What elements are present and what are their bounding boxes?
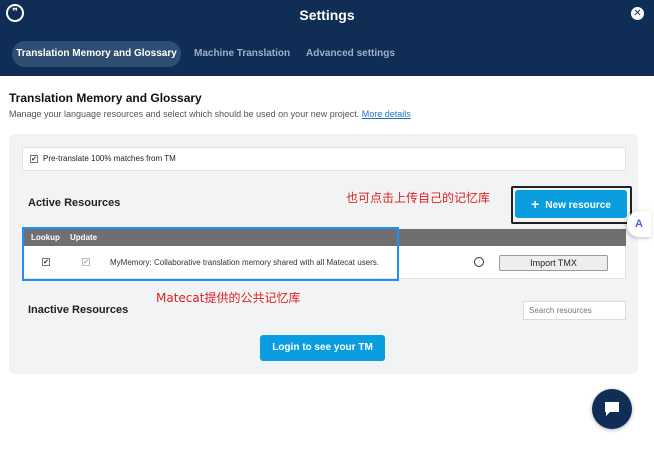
globe-icon: ·	[474, 257, 484, 267]
tab-translation-memory[interactable]: Translation Memory and Glossary	[12, 41, 181, 67]
pretranslate-checkbox[interactable]: ✔	[30, 155, 38, 163]
tab-advanced-settings[interactable]: Advanced settings	[306, 41, 395, 67]
import-tmx-button[interactable]: Import TMX	[499, 255, 608, 271]
settings-header: ❞ Settings ✕ Translation Memory and Glos…	[0, 0, 654, 76]
annotation-new-resource: 也可点击上传自己的记忆库	[346, 191, 491, 205]
login-button[interactable]: Login to see your TM	[260, 335, 385, 361]
section-description: Manage your language resources and selec…	[9, 109, 411, 119]
section-title: Translation Memory and Glossary	[9, 91, 202, 105]
plus-icon: +	[531, 196, 540, 212]
assistant-widget-icon[interactable]: A	[627, 211, 651, 237]
pretranslate-option: ✔ Pre-translate 100% matches from TM	[22, 147, 626, 171]
annotation-public-tm: Matecat提供的公共记忆库	[156, 291, 301, 305]
mymemory-highlight-box	[22, 227, 399, 281]
tab-machine-translation[interactable]: Machine Translation	[194, 41, 290, 67]
more-details-link[interactable]: More details	[362, 109, 411, 119]
inactive-resources-title: Inactive Resources	[28, 304, 129, 316]
active-resources-title: Active Resources	[28, 197, 121, 209]
new-resource-label: New resource	[545, 200, 611, 211]
chat-button[interactable]	[592, 389, 632, 429]
pretranslate-label: Pre-translate 100% matches from TM	[43, 154, 176, 163]
modal-title: Settings	[299, 7, 355, 23]
search-resources-input[interactable]	[523, 301, 626, 320]
new-resource-button[interactable]: + New resource	[515, 190, 627, 218]
description-text: Manage your language resources and selec…	[9, 109, 360, 119]
close-icon[interactable]: ✕	[631, 7, 644, 20]
chat-bubble-icon	[605, 402, 619, 416]
